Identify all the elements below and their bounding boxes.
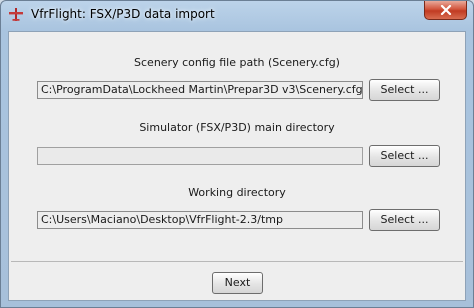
next-button[interactable]: Next	[212, 272, 263, 294]
simulator-directory-label: Simulator (FSX/P3D) main directory	[139, 121, 335, 134]
select-simulator-directory-button[interactable]: Select ...	[369, 145, 440, 167]
close-icon	[440, 5, 452, 15]
working-directory-field[interactable]: C:\Users\Maciano\Desktop\VfrFlight-2.3/t…	[37, 211, 363, 229]
simulator-directory-field[interactable]	[37, 147, 363, 165]
window-title: VfrFlight: FSX/P3D data import	[31, 7, 215, 21]
select-working-directory-button[interactable]: Select ...	[369, 209, 440, 231]
title-bar[interactable]: VfrFlight: FSX/P3D data import	[1, 1, 473, 31]
scenery-config-path-field[interactable]: C:\ProgramData\Lockheed Martin\Prepar3D …	[37, 81, 363, 99]
airplane-icon	[8, 7, 24, 23]
scenery-config-label: Scenery config file path (Scenery.cfg)	[134, 56, 340, 69]
select-scenery-config-button[interactable]: Select ...	[369, 79, 440, 101]
working-directory-label: Working directory	[188, 186, 286, 199]
settings-panel: Scenery config file path (Scenery.cfg) C…	[11, 36, 463, 262]
close-button[interactable]	[424, 1, 467, 20]
dialog-body: Scenery config file path (Scenery.cfg) C…	[8, 31, 466, 301]
app-window: VfrFlight: FSX/P3D data import Scenery c…	[0, 0, 474, 308]
